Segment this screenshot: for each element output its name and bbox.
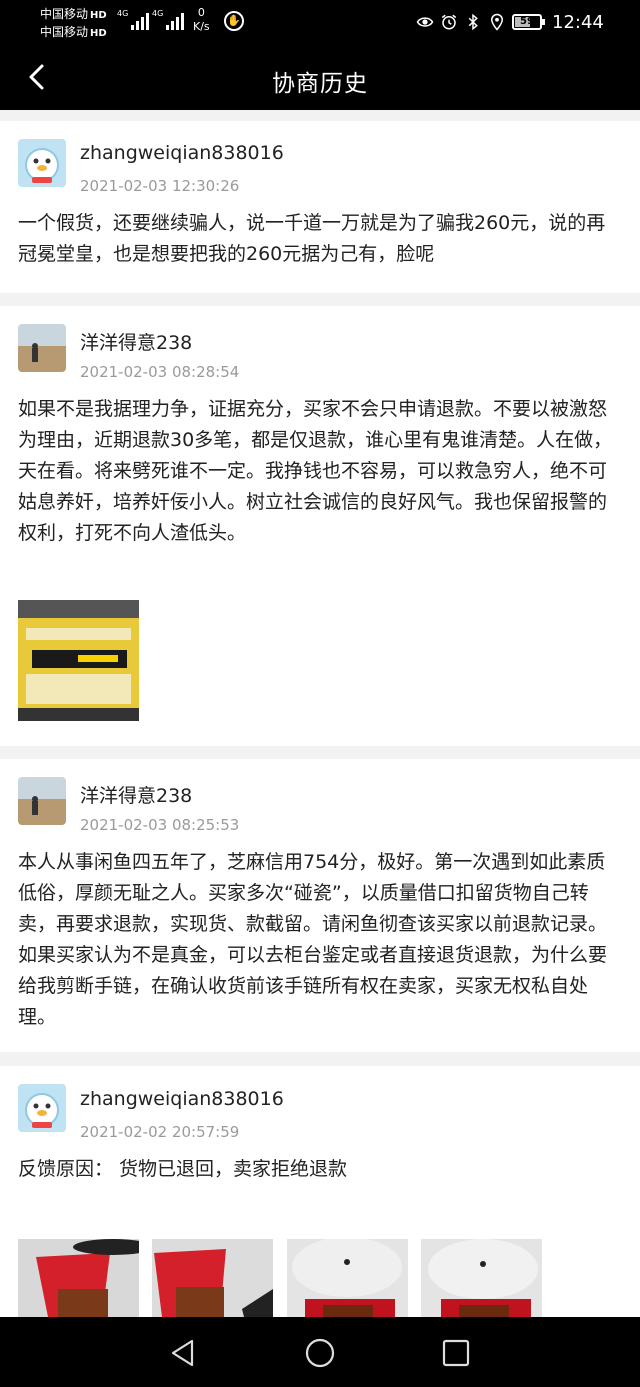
timestamp: 2021-02-03 08:28:54 [80, 363, 240, 381]
bluetooth-icon [468, 13, 478, 31]
back-triangle-icon[interactable] [167, 1337, 199, 1369]
message-text: 反馈原因： 货物已退回，卖家拒绝退款 [18, 1158, 348, 1180]
avatar[interactable] [18, 139, 66, 187]
username: 洋洋得意238 [80, 785, 193, 807]
evidence-image[interactable] [18, 600, 139, 721]
carrier-info: 中国移动 HD 中国移动 HD [40, 6, 107, 42]
carrier-2: 中国移动 [40, 25, 89, 39]
network-speed: 0 K/s [193, 6, 210, 34]
page-title: 协商历史 [272, 71, 368, 97]
message-text: 本人从事闲鱼四五年了，芝麻信用754分，极好。第一次遇到如此素质低俗，厚颜无耻之… [18, 851, 608, 1028]
top-bar: 中国移动 HD 中国移动 HD 4G 4G 0 K/s ✋ 59 12:44 协… [0, 0, 640, 110]
username: zhangweiqian838016 [80, 142, 284, 164]
hd-badge: HD [90, 28, 107, 39]
username: zhangweiqian838016 [80, 1088, 284, 1110]
signal-icon: 4G [152, 9, 184, 30]
system-nav-bar [0, 1317, 640, 1387]
record-card: zhangweiqian838016 2021-02-03 12:30:26 一… [0, 121, 640, 293]
timestamp: 2021-02-03 08:25:53 [80, 816, 240, 834]
message-text: 如果不是我据理力争，证据充分，买家不会只申请退款。不要以被激怒为理由，近期退款3… [18, 398, 613, 544]
record-card: 洋洋得意238 2021-02-03 08:25:53 本人从事闲鱼四五年了，芝… [0, 759, 640, 1052]
message-text: 一个假货，还要继续骗人，说一千道一万就是为了骗我260元，说的再冠冕堂皇，也是想… [18, 212, 606, 265]
network-label: 4G [117, 9, 129, 18]
carrier-1: 中国移动 [40, 7, 89, 21]
eye-icon [416, 17, 434, 27]
recents-square-icon[interactable] [440, 1337, 472, 1369]
battery-icon: 59 [512, 14, 545, 30]
username: 洋洋得意238 [80, 332, 193, 354]
hand-icon: ✋ [224, 11, 244, 31]
alarm-icon [441, 14, 457, 30]
battery-level: 59 [520, 16, 534, 27]
clock: 12:44 [552, 11, 604, 33]
avatar[interactable] [18, 777, 66, 825]
avatar[interactable] [18, 1084, 66, 1132]
record-card: 洋洋得意238 2021-02-03 08:28:54 如果不是我据理力争，证据… [0, 306, 640, 746]
record-card: zhangweiqian838016 2021-02-02 20:57:59 反… [0, 1066, 640, 1317]
home-circle-icon[interactable] [304, 1337, 336, 1369]
location-icon [490, 13, 504, 31]
signal-icon: 4G [117, 9, 149, 30]
status-bar: 中国移动 HD 中国移动 HD 4G 4G 0 K/s ✋ 59 12:44 [0, 0, 640, 46]
speed-value: 0 [197, 6, 205, 19]
timestamp: 2021-02-02 20:57:59 [80, 1123, 240, 1141]
avatar[interactable] [18, 324, 66, 372]
network-label: 4G [152, 9, 164, 18]
hd-badge: HD [90, 10, 107, 21]
status-icons: 59 12:44 [416, 10, 604, 34]
timestamp: 2021-02-03 12:30:26 [80, 177, 240, 195]
page-header: 协商历史 [0, 46, 640, 110]
speed-unit: K/s [193, 20, 210, 33]
